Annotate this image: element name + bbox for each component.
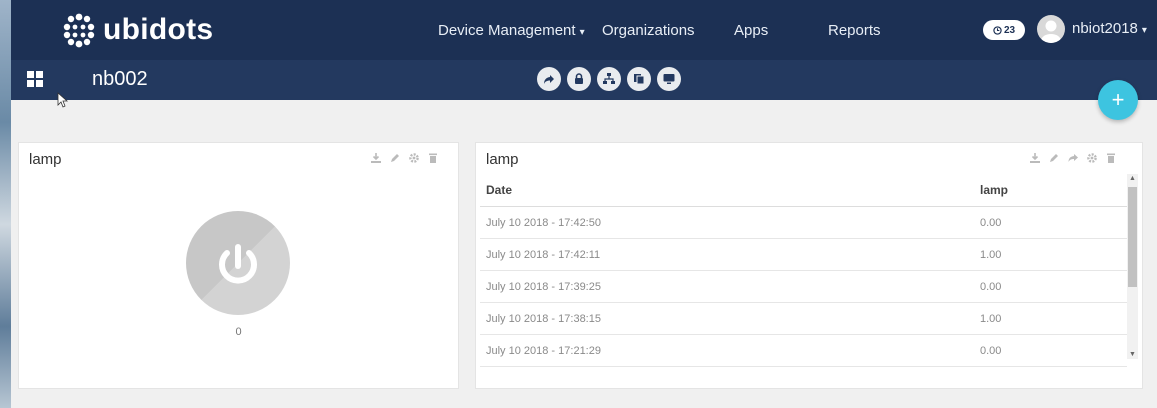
user-menu[interactable]: nbiot2018 ▾ bbox=[1072, 20, 1147, 37]
table-widget: lamp Date lamp July 10 2018 - 17:42:50 0.… bbox=[475, 142, 1143, 389]
cell-date: July 10 2018 - 17:38:15 bbox=[480, 302, 974, 335]
sitemap-icon bbox=[603, 73, 615, 84]
delete-icon[interactable] bbox=[427, 151, 439, 163]
table-scrollbar[interactable]: ▲ ▼ bbox=[1127, 174, 1138, 359]
power-switch[interactable] bbox=[186, 211, 290, 315]
share-icon[interactable] bbox=[1067, 151, 1079, 163]
table-row: July 10 2018 - 17:42:50 0.00 bbox=[480, 206, 1127, 239]
edit-icon[interactable] bbox=[1048, 151, 1060, 163]
cell-value: 0.00 bbox=[974, 270, 1127, 303]
switch-widget: lamp 0 bbox=[18, 142, 459, 389]
delete-icon[interactable] bbox=[1105, 151, 1117, 163]
add-widget-button[interactable]: + bbox=[1098, 80, 1138, 120]
settings-icon[interactable] bbox=[1086, 151, 1098, 163]
edit-icon[interactable] bbox=[389, 151, 401, 163]
duplicate-dashboard-button[interactable] bbox=[627, 67, 651, 91]
avatar[interactable] bbox=[1037, 15, 1065, 43]
monitor-icon bbox=[663, 74, 675, 84]
background-edge bbox=[0, 0, 11, 408]
user-avatar-icon bbox=[1041, 20, 1061, 43]
mouse-cursor-icon bbox=[57, 92, 69, 108]
lock-icon bbox=[575, 73, 583, 84]
lock-dashboard-button[interactable] bbox=[567, 67, 591, 91]
ubidots-logo-icon bbox=[63, 13, 95, 48]
table-row: July 10 2018 - 17:38:15 1.00 bbox=[480, 302, 1127, 335]
dashboards-grid-icon[interactable] bbox=[27, 71, 43, 87]
scroll-down-icon[interactable]: ▼ bbox=[1127, 351, 1138, 358]
notification-badge[interactable]: 23 bbox=[983, 20, 1025, 40]
scrollbar-thumb[interactable] bbox=[1128, 187, 1137, 287]
widget-toolbar bbox=[370, 151, 439, 163]
scroll-up-icon[interactable]: ▲ bbox=[1127, 175, 1138, 182]
caret-down-icon: ▾ bbox=[579, 27, 585, 38]
switch-value: 0 bbox=[235, 326, 242, 338]
widget-title: lamp bbox=[29, 151, 62, 168]
nav-apps[interactable]: Apps bbox=[734, 22, 768, 39]
share-icon bbox=[544, 75, 554, 84]
table-header-row: Date lamp bbox=[480, 174, 1127, 207]
download-icon[interactable] bbox=[370, 151, 382, 163]
brand-name: ubidots bbox=[103, 13, 214, 46]
cell-value: 0.00 bbox=[974, 206, 1127, 239]
widget-title: lamp bbox=[486, 151, 519, 168]
clock-icon bbox=[993, 25, 1002, 35]
notification-count: 23 bbox=[1003, 24, 1016, 36]
share-dashboard-button[interactable] bbox=[537, 67, 561, 91]
caret-down-icon: ▾ bbox=[1141, 25, 1147, 36]
power-icon bbox=[219, 244, 257, 284]
cell-date: July 10 2018 - 17:42:50 bbox=[480, 206, 974, 239]
cell-value: 1.00 bbox=[974, 302, 1127, 335]
column-header-lamp[interactable]: lamp bbox=[974, 174, 1127, 207]
copy-icon bbox=[634, 74, 645, 85]
data-table: Date lamp July 10 2018 - 17:42:50 0.00 Ju… bbox=[480, 174, 1127, 367]
table-row: July 10 2018 - 17:42:11 1.00 bbox=[480, 238, 1127, 271]
dashboard-bar: nb002 bbox=[11, 60, 1157, 100]
download-icon[interactable] bbox=[1029, 151, 1041, 163]
nav-device-management-label: Device Management bbox=[438, 22, 576, 39]
dashboard-title: nb002 bbox=[92, 68, 148, 90]
column-header-date[interactable]: Date bbox=[480, 174, 974, 207]
top-navbar: ubidots Device Management ▾ Organizations… bbox=[11, 0, 1157, 60]
widget-toolbar bbox=[1029, 151, 1117, 163]
cell-value: 1.00 bbox=[974, 238, 1127, 271]
cell-date: July 10 2018 - 17:39:25 bbox=[480, 270, 974, 303]
username: nbiot2018 bbox=[1072, 20, 1138, 37]
brand-logo[interactable]: ubidots bbox=[61, 10, 213, 50]
settings-icon[interactable] bbox=[408, 151, 420, 163]
nav-organizations[interactable]: Organizations bbox=[602, 22, 695, 39]
nav-reports[interactable]: Reports bbox=[828, 22, 881, 39]
table-row: July 10 2018 - 17:21:29 0.00 bbox=[480, 334, 1127, 367]
cell-value: 0.00 bbox=[974, 334, 1127, 367]
cell-date: July 10 2018 - 17:21:29 bbox=[480, 334, 974, 367]
cell-date: July 10 2018 - 17:42:11 bbox=[480, 238, 974, 271]
table-row: July 10 2018 - 17:39:25 0.00 bbox=[480, 270, 1127, 303]
hierarchy-button[interactable] bbox=[597, 67, 621, 91]
display-mode-button[interactable] bbox=[657, 67, 681, 91]
nav-device-management[interactable]: Device Management ▾ bbox=[438, 22, 585, 39]
